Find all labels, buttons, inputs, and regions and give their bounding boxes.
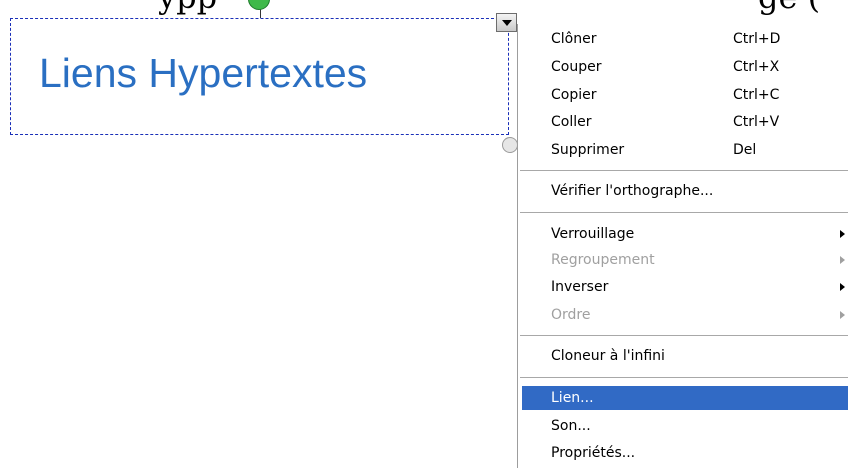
menu-item-label: Supprimer (551, 142, 625, 158)
object-menu-button[interactable] (496, 13, 517, 32)
submenu-arrow-icon (840, 256, 845, 264)
menu-item-copier[interactable]: Copier Ctrl+C (522, 83, 848, 107)
menu-item-shortcut: Del (733, 142, 757, 158)
menu-item-label: Vérifier l'orthographe... (551, 183, 714, 199)
menu-item-verifier-orthographe[interactable]: Vérifier l'orthographe... (522, 179, 848, 203)
menu-item-proprietes[interactable]: Propriétés... (522, 441, 848, 465)
menu-item-inverser[interactable]: Inverser (522, 275, 848, 299)
menu-item-label: Propriétés... (551, 445, 636, 461)
menu-separator (520, 170, 848, 172)
menu-item-verrouillage[interactable]: Verrouillage (522, 222, 848, 246)
canvas-text-fragment-right: ge ( (758, 0, 820, 16)
menu-item-label: Lien... (551, 390, 594, 406)
menu-item-lien[interactable]: Lien... (522, 386, 848, 410)
submenu-arrow-icon (840, 311, 845, 319)
menu-item-shortcut: Ctrl+D (733, 31, 781, 47)
menu-item-regroupement[interactable]: Regroupement (522, 248, 848, 272)
rotate-handle[interactable] (248, 0, 270, 10)
menu-item-label: Clôner (551, 31, 597, 47)
menu-item-label: Cloneur à l'infini (551, 348, 665, 364)
textbox-text: Liens Hypertextes (39, 50, 368, 96)
menu-item-ordre[interactable]: Ordre (522, 303, 848, 327)
menu-item-shortcut: Ctrl+C (733, 87, 780, 103)
menu-item-shortcut: Ctrl+V (733, 114, 780, 130)
menu-item-label: Son... (551, 418, 591, 434)
menu-item-label: Verrouillage (551, 226, 635, 242)
menu-item-label: Coller (551, 114, 592, 130)
menu-item-supprimer[interactable]: Supprimer Del (522, 138, 848, 162)
menu-item-label: Ordre (551, 307, 591, 323)
menu-item-label: Copier (551, 87, 597, 103)
submenu-arrow-icon (840, 283, 845, 291)
menu-item-cloneur-infini[interactable]: Cloneur à l'infini (522, 344, 848, 368)
canvas-text-fragment-left: ypp (158, 0, 217, 16)
menu-item-couper[interactable]: Couper Ctrl+X (522, 55, 848, 79)
menu-separator (520, 212, 848, 214)
menu-item-shortcut: Ctrl+X (733, 59, 780, 75)
menu-item-label: Inverser (551, 279, 609, 295)
submenu-arrow-icon (840, 230, 845, 238)
menu-item-cloner[interactable]: Clôner Ctrl+D (522, 27, 848, 51)
menu-item-coller[interactable]: Coller Ctrl+V (522, 110, 848, 134)
menu-separator (520, 377, 848, 379)
menu-item-label: Regroupement (551, 252, 655, 268)
context-menu: Clôner Ctrl+D Couper Ctrl+X Copier Ctrl+… (517, 24, 848, 468)
resize-handle[interactable] (502, 137, 518, 153)
dropdown-arrow-icon (501, 19, 512, 26)
menu-item-label: Couper (551, 59, 602, 75)
menu-item-son[interactable]: Son... (522, 414, 848, 438)
menu-separator (520, 335, 848, 337)
selected-text-object[interactable]: Liens Hypertextes (10, 18, 509, 135)
